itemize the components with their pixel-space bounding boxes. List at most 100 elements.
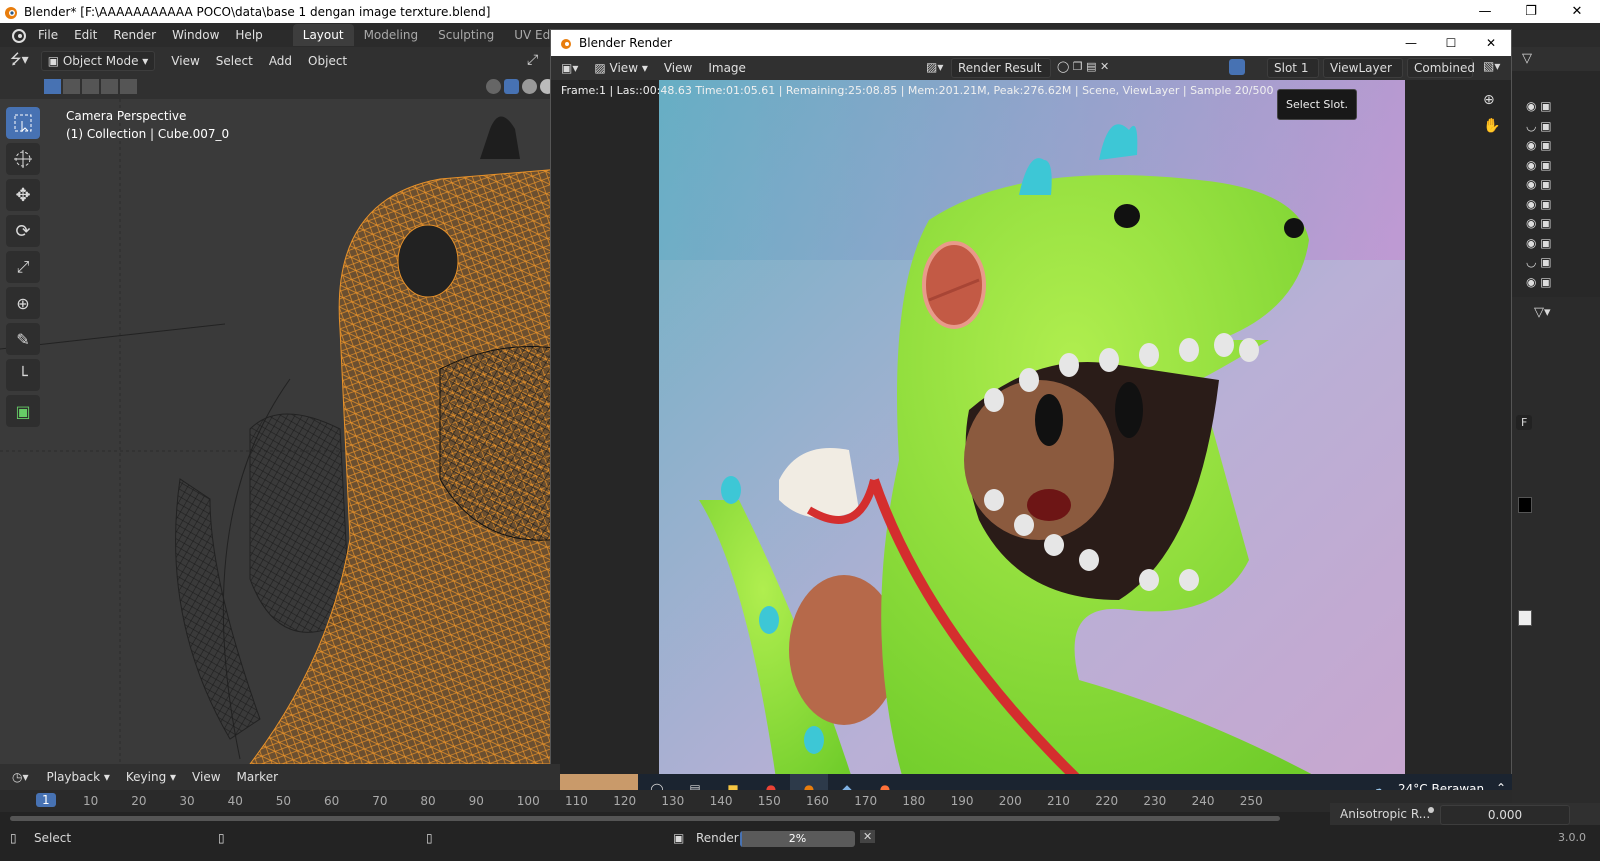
- menu-render[interactable]: Render: [105, 28, 164, 42]
- vp-menu-add[interactable]: Add: [261, 54, 300, 68]
- properties-filter-icon[interactable]: ▽▾: [1534, 305, 1551, 320]
- color-swatch-black[interactable]: [1518, 497, 1532, 513]
- visibility-eye-icon[interactable]: ◉ ▣: [1526, 136, 1552, 156]
- visibility-eye-icon[interactable]: ◉ ▣: [1526, 273, 1552, 293]
- transform-orientation-icon[interactable]: ⤢: [527, 52, 538, 68]
- add-cube-tool[interactable]: ▣: [6, 395, 40, 427]
- rw-menu-view[interactable]: View: [656, 61, 700, 75]
- pan-hand-icon[interactable]: ✋: [1483, 118, 1500, 134]
- timeline-tick-label: 230: [1143, 794, 1167, 808]
- timeline-tick-label: 220: [1095, 794, 1119, 808]
- select-intersect-icon[interactable]: [120, 79, 137, 94]
- rw-menu-image[interactable]: Image: [700, 61, 754, 75]
- measure-tool[interactable]: └: [6, 359, 40, 391]
- tl-menu-marker[interactable]: Marker: [229, 770, 286, 784]
- tab-layout[interactable]: Layout: [292, 24, 354, 46]
- view-layer-dropdown[interactable]: ViewLayer: [1323, 58, 1403, 78]
- vp-menu-object[interactable]: Object: [300, 54, 355, 68]
- menu-file[interactable]: File: [30, 28, 66, 42]
- tab-sculpting[interactable]: Sculpting: [428, 24, 504, 46]
- close-icon[interactable]: ✕: [1554, 0, 1600, 23]
- menu-help[interactable]: Help: [227, 28, 270, 42]
- tl-keying-label: Keying: [125, 770, 167, 784]
- annotate-tool[interactable]: ✎: [6, 323, 40, 355]
- rotate-tool[interactable]: ⟳: [6, 215, 40, 247]
- move-tool[interactable]: ✥: [6, 179, 40, 211]
- blender-menu-icon[interactable]: [8, 26, 30, 44]
- zoom-icon[interactable]: ⊕: [1483, 92, 1495, 108]
- transform-icon: ⊕: [16, 293, 30, 313]
- visibility-eye-icon[interactable]: ◡ ▣: [1526, 117, 1552, 137]
- outliner-filter-icon[interactable]: ▽: [1522, 51, 1532, 66]
- transform-tool[interactable]: ⊕: [6, 287, 40, 319]
- visibility-eye-icon[interactable]: ◉ ▣: [1526, 156, 1552, 176]
- rw-close-icon[interactable]: ✕: [1471, 30, 1511, 56]
- maximize-icon[interactable]: ❐: [1508, 0, 1554, 23]
- f-field[interactable]: F: [1516, 415, 1533, 430]
- image-browse-icon[interactable]: ▨▾: [926, 60, 943, 74]
- visibility-eye-icon[interactable]: ◡ ▣: [1526, 253, 1552, 273]
- tab-modeling[interactable]: Modeling: [354, 24, 429, 46]
- cancel-render-icon[interactable]: ✕: [860, 830, 876, 843]
- rw-view-mode[interactable]: ▨ View ▾: [586, 61, 655, 75]
- rw-minimize-icon[interactable]: —: [1391, 30, 1431, 56]
- properties-panel[interactable]: ▽▾ F: [1512, 297, 1600, 825]
- select-new-icon[interactable]: [44, 79, 61, 94]
- tl-menu-view[interactable]: View: [184, 770, 228, 784]
- image-editor-type-icon[interactable]: ▣▾: [561, 61, 578, 75]
- add-cube-icon: ▣: [15, 401, 31, 421]
- select-box-tool[interactable]: [6, 107, 40, 139]
- timeline-ruler[interactable]: 1 10 20 30 40 50 60 70 80 90 100 110 120 130 140 150 16…: [0, 790, 1512, 812]
- rw-maximize-icon[interactable]: ☐: [1431, 30, 1471, 56]
- visibility-eye-icon[interactable]: ◉ ▣: [1526, 97, 1552, 117]
- slot-dropdown[interactable]: Slot 1: [1267, 58, 1319, 78]
- render-stats: Frame:1 | Las::00:48.63 Time:01:05.61 | …: [561, 84, 1274, 97]
- keyframe-dot-icon[interactable]: [1428, 807, 1434, 813]
- select-invert-icon[interactable]: [101, 79, 118, 94]
- timeline-editor-icon[interactable]: ◷▾: [12, 770, 29, 784]
- image-actions-icons[interactable]: ◯ ❐ ▤ ✕: [1057, 60, 1109, 73]
- render-canvas[interactable]: Frame:1 | Las::00:48.63 Time:01:05.61 | …: [551, 80, 1511, 800]
- anisotropic-value[interactable]: 0.000: [1440, 805, 1570, 825]
- tl-menu-playback[interactable]: Playback ▾: [39, 770, 118, 784]
- rw-view-mode-label: View: [609, 61, 639, 75]
- timeline-tick-label: 60: [324, 794, 340, 808]
- mode-dropdown[interactable]: ▣ Object Mode ▾: [40, 51, 156, 71]
- timeline-tick-label: 160: [806, 794, 829, 808]
- visibility-eye-icon[interactable]: ◉ ▣: [1526, 214, 1552, 234]
- cursor-tool[interactable]: [6, 143, 40, 175]
- outliner[interactable]: ▽ ◉ ▣ ◡ ▣ ◉ ▣ ◉ ▣ ◉ ▣ ◉ ▣ ◉ ▣ ◉ ▣ ◡ ▣ ◉ …: [1512, 47, 1600, 297]
- image-editor-header: ▣▾ ▨ View ▾ View Image ▨▾ Render Result …: [551, 56, 1511, 80]
- tl-menu-keying[interactable]: Keying ▾: [118, 770, 184, 784]
- shading-material-icon[interactable]: [522, 79, 537, 94]
- render-status-label: Render: [696, 831, 739, 845]
- timeline-tick-label: 140: [709, 794, 733, 808]
- shading-solid-icon[interactable]: [504, 79, 519, 94]
- os-title-bar: Blender* [F:\AAAAAAAAAAA POCO\data\base …: [0, 0, 1600, 23]
- display-channels-icon[interactable]: ▧▾: [1483, 59, 1500, 73]
- vp-menu-select[interactable]: Select: [208, 54, 261, 68]
- editor-type-icon[interactable]: ⭍▾: [10, 49, 29, 73]
- vp-menu-view[interactable]: View: [163, 54, 207, 68]
- visibility-eye-icon[interactable]: ◉ ▣: [1526, 234, 1552, 254]
- menu-window[interactable]: Window: [164, 28, 227, 42]
- scale-tool[interactable]: ⤢: [6, 251, 40, 283]
- image-name-field[interactable]: Render Result: [951, 58, 1051, 78]
- color-swatch-white[interactable]: [1518, 610, 1532, 626]
- timeline-tick-label: 40: [227, 794, 243, 808]
- slot-browse-icon[interactable]: [1229, 59, 1245, 75]
- timeline-scrollbar[interactable]: [0, 812, 1512, 825]
- visibility-eye-icon[interactable]: ◉ ▣: [1526, 195, 1552, 215]
- visibility-eye-icon[interactable]: ◉ ▣: [1526, 175, 1552, 195]
- 3d-viewport[interactable]: ✥ ⟳ ⤢ ⊕ ✎ └ ▣ Camera Perspective (1) Col…: [0, 99, 560, 764]
- minimize-icon[interactable]: —: [1462, 0, 1508, 23]
- current-frame-indicator[interactable]: 1: [36, 793, 56, 807]
- menu-edit[interactable]: Edit: [66, 28, 105, 42]
- shading-wire-icon[interactable]: [486, 79, 501, 94]
- select-extend-icon[interactable]: [63, 79, 80, 94]
- pass-dropdown[interactable]: Combined: [1407, 58, 1475, 78]
- timeline-tick-label: 130: [661, 794, 685, 808]
- select-subtract-icon[interactable]: [82, 79, 99, 94]
- camera-perspective-label: Camera Perspective: [66, 109, 187, 123]
- status-select-label: Select: [34, 831, 72, 845]
